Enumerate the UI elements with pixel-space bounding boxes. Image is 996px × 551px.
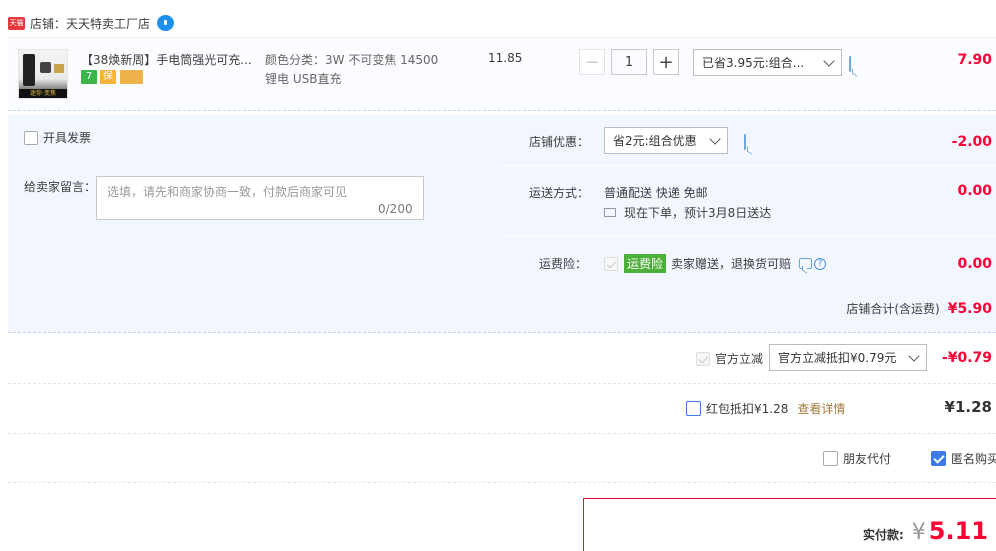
friend-pay-label: 朋友代付 — [843, 452, 892, 466]
help-icon[interactable]: ? — [814, 257, 827, 270]
product-title[interactable]: 【38焕新周】手电筒强光可充... — [81, 51, 261, 68]
official-discount-select[interactable]: 官方立减抵扣¥0.79元 — [769, 344, 927, 371]
friend-pay-option[interactable]: 朋友代付 — [823, 450, 891, 467]
invoice-label: 开具发票 — [43, 131, 92, 145]
insurance-row: 运费险 卖家赠送，退换货可赔 ? — [604, 254, 827, 273]
shop-header: 天猫 店铺：天天特卖工厂店 — [8, 14, 175, 32]
sku-line-2: 锂电 USB直充 — [265, 72, 342, 86]
shop-total-bar: 店铺合计(含运费) ¥5.90 — [8, 283, 996, 333]
insurance-amount: 0.00 — [957, 256, 992, 272]
shipping-eta-row: 现在下单，预计3月8日送达 — [604, 204, 771, 221]
comment-icon[interactable] — [744, 134, 746, 150]
official-discount-label: 官方立减 — [715, 352, 764, 366]
payment-amount: 5.11 — [928, 517, 988, 545]
seller-message-input[interactable] — [96, 176, 424, 220]
item-promo-value: 已省3.95元:组合... — [702, 56, 805, 70]
shop-discount-amount: -2.00 — [951, 134, 992, 150]
item-promo-select[interactable]: 已省3.95元:组合... — [693, 49, 842, 76]
item-total: 7.90 — [957, 52, 992, 68]
redpacket-amount: ¥1.28 — [944, 398, 992, 416]
message-label: 给卖家留言： — [24, 180, 97, 194]
shop-total: 店铺合计(含运费) ¥5.90 — [846, 300, 992, 317]
quantity-stepper: − 1 + — [579, 49, 679, 75]
currency-symbol: ¥ — [911, 520, 926, 545]
payment-total: 实付款: ¥ 5.11 — [863, 517, 988, 545]
anonymous-label: 匿名购买 — [951, 452, 996, 466]
thumbnail-caption: 迷你·变焦 — [19, 89, 67, 98]
cart-item-row: 迷你·变焦 【38焕新周】手电筒强光可充... 7 保 颜色分类：3W 不可变焦… — [8, 37, 996, 111]
shop-discount-label: 店铺优惠： — [529, 135, 590, 149]
shop-discount-select[interactable]: 省2元:组合优惠 — [604, 127, 728, 154]
seven-day-return-icon: 7 — [81, 70, 97, 84]
product-thumbnail[interactable]: 迷你·变焦 — [18, 49, 68, 99]
redpacket-details-link[interactable]: 查看详情 — [797, 400, 845, 417]
shop-discount-value: 省2元:组合优惠 — [613, 134, 697, 148]
sku-info: 颜色分类：3W 不可变焦 14500 锂电 USB直充 — [265, 51, 465, 89]
shop-total-amount: ¥5.90 — [947, 300, 992, 317]
shipping-amount: 0.00 — [957, 183, 992, 199]
divider — [8, 433, 996, 434]
anonymous-checkbox[interactable] — [931, 451, 946, 466]
shop-name[interactable]: 店铺：天天特卖工厂店 — [30, 15, 150, 32]
redpacket-option: 红包抵扣¥1.28 查看详情 — [686, 400, 845, 417]
friend-pay-checkbox[interactable] — [823, 451, 838, 466]
official-discount-amount: -¥0.79 — [941, 350, 992, 366]
order-options-right: 店铺优惠： 省2元:组合优惠 -2.00 运送方式： 普通配送 快递 免邮 现在… — [503, 115, 996, 283]
insurance-badge: 运费险 — [624, 254, 667, 273]
shipping-method: 普通配送 快递 免邮 — [604, 186, 708, 200]
insurance-label: 运费险： — [539, 257, 588, 271]
unit-price: 11.85 — [488, 51, 523, 65]
invoice-checkbox[interactable] — [24, 130, 38, 145]
payment-label: 实付款: — [862, 528, 904, 542]
divider — [8, 383, 996, 384]
redpacket-checkbox[interactable] — [686, 401, 701, 416]
increase-button[interactable]: + — [653, 49, 679, 75]
chevron-down-icon — [908, 349, 920, 362]
comment-icon[interactable] — [849, 56, 851, 72]
official-discount-checkbox — [696, 351, 710, 366]
comment-icon[interactable] — [799, 258, 813, 269]
divider — [8, 482, 996, 483]
chat-icon[interactable] — [157, 15, 175, 31]
payment-summary: 实付款: ¥ 5.11 — [583, 498, 996, 551]
official-discount-option: 官方立减 — [696, 350, 763, 367]
chevron-down-icon — [823, 54, 835, 67]
tmall-icon: 天猫 — [8, 16, 25, 30]
insurance-desc: 卖家赠送，退换货可赔 — [671, 257, 792, 271]
sku-line-1: 颜色分类：3W 不可变焦 14500 — [265, 53, 439, 67]
delivery-icon — [604, 208, 616, 217]
guarantee-icon: 保 — [100, 70, 116, 84]
invoice-option[interactable]: 开具发票 — [24, 129, 91, 146]
shipping-eta: 现在下单，预计3月8日送达 — [624, 206, 772, 220]
message-counter: 0/200 — [378, 202, 413, 216]
insurance-checkbox — [604, 256, 618, 271]
chevron-down-icon — [709, 132, 721, 145]
credit-card-icon — [120, 70, 143, 84]
anonymous-option[interactable]: 匿名购买 — [931, 450, 996, 467]
decrease-button[interactable]: − — [579, 49, 605, 75]
shop-total-label: 店铺合计(含运费) — [846, 302, 940, 316]
redpacket-label: 红包抵扣¥1.28 — [706, 402, 789, 416]
official-discount-value: 官方立减抵扣¥0.79元 — [778, 351, 897, 365]
quantity-input[interactable]: 1 — [611, 49, 647, 75]
shipping-label: 运送方式： — [529, 186, 590, 200]
